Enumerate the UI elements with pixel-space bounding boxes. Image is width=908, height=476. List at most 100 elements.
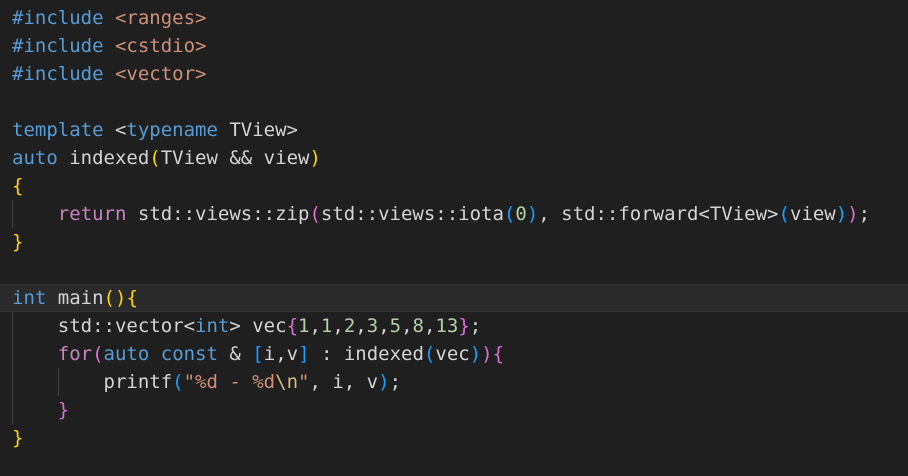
code-editor[interactable]: #include <ranges> #include <cstdio> #inclu… — [0, 0, 908, 476]
code-line-text: std::vector<int> vec{1,1,2,3,5,8,13}; — [12, 312, 482, 340]
code-token: typename — [126, 119, 218, 141]
code-line[interactable]: } — [0, 424, 908, 452]
code-token: > vec — [229, 315, 287, 337]
code-token: 2 — [343, 315, 356, 337]
code-token: TView && view — [160, 147, 310, 169]
code-token: ) — [481, 343, 493, 365]
code-token: , — [378, 315, 390, 337]
code-line-text: printf("%d - %d\n", i, v); — [12, 368, 402, 396]
code-token: 0 — [515, 203, 527, 225]
code-token: int — [195, 315, 230, 337]
code-token: #include — [12, 35, 104, 57]
code-line[interactable]: } — [0, 228, 908, 256]
code-token: ( — [92, 343, 104, 365]
code-token: , std::forward<TView> — [538, 203, 779, 225]
code-token: std::views::zip — [126, 203, 310, 225]
code-token: } — [458, 315, 470, 337]
code-token: template — [12, 119, 104, 141]
code-token: for — [57, 343, 93, 365]
code-token: 1 — [298, 315, 310, 337]
code-line[interactable]: for(auto const & [i,v] : indexed(vec)){ — [0, 340, 908, 368]
code-token: , — [332, 315, 344, 337]
code-token: #include — [12, 7, 104, 29]
code-token: \n — [275, 371, 299, 393]
code-token: ; — [858, 203, 871, 225]
code-token: } — [57, 399, 70, 421]
code-line-text: int main(){ — [12, 285, 138, 311]
code-token: 5 — [389, 315, 402, 337]
code-line-text: #include <ranges> — [12, 4, 206, 32]
code-token: , — [424, 315, 436, 337]
code-token: auto — [12, 147, 58, 169]
code-line[interactable]: printf("%d - %d\n", i, v); — [0, 368, 908, 396]
code-line[interactable]: #include <vector> — [0, 60, 908, 88]
code-token: & — [217, 343, 253, 365]
code-token: const — [160, 343, 218, 365]
code-token: <vector> — [114, 63, 207, 85]
code-token: ) — [469, 343, 482, 365]
code-line[interactable]: auto indexed(TView && view) — [0, 144, 908, 172]
code-token: < — [103, 119, 127, 141]
code-line[interactable] — [0, 256, 908, 284]
code-line[interactable]: #include <cstdio> — [0, 32, 908, 60]
code-token: ) — [378, 371, 390, 393]
code-token: ) — [526, 203, 539, 225]
code-token: main — [46, 287, 104, 309]
code-line[interactable]: return std::views::zip(std::views::iota(… — [0, 200, 908, 228]
code-token: ( — [103, 287, 115, 309]
code-line[interactable]: template <typename TView> — [0, 116, 908, 144]
code-line[interactable]: std::vector<int> vec{1,1,2,3,5,8,13}; — [0, 312, 908, 340]
code-token: { — [12, 175, 24, 197]
code-token: <ranges> — [114, 7, 207, 29]
code-line[interactable]: #include <ranges> — [0, 4, 908, 32]
code-line-text: template <typename TView> — [12, 116, 298, 144]
code-token: } — [12, 231, 24, 253]
code-token: : indexed — [309, 343, 424, 365]
code-token: 3 — [366, 315, 379, 337]
code-token: " — [298, 371, 310, 393]
code-token: <cstdio> — [114, 35, 207, 57]
code-token: std::vector< — [12, 315, 196, 337]
code-line[interactable]: } — [0, 396, 908, 424]
code-line[interactable]: { — [0, 172, 908, 200]
code-token: TView> — [217, 119, 298, 141]
code-token: ) — [835, 203, 848, 225]
code-token: return — [57, 203, 127, 225]
code-line-text: } — [12, 424, 23, 452]
code-token: ) — [847, 203, 859, 225]
code-token: ) — [114, 287, 127, 309]
code-token: { — [126, 287, 138, 309]
code-token: ( — [423, 343, 436, 365]
code-token: 8 — [412, 315, 424, 337]
code-token: ( — [309, 203, 321, 225]
code-token: { — [492, 343, 505, 365]
code-token: ( — [172, 371, 184, 393]
code-token: ; — [469, 315, 482, 337]
code-token: auto — [103, 343, 150, 365]
code-token: indexed — [57, 147, 150, 169]
code-line-text: } — [12, 228, 23, 256]
code-line[interactable]: int main(){ — [0, 284, 908, 312]
code-token: i,v — [263, 343, 299, 365]
code-token: #include — [12, 63, 104, 85]
code-token: ; — [389, 371, 402, 393]
code-line-text: } — [12, 396, 69, 424]
code-token: 13 — [435, 315, 459, 337]
code-token: { — [286, 315, 299, 337]
code-token: "%d - %d — [183, 371, 276, 393]
code-token: , i, v — [309, 371, 379, 393]
code-token: ) — [309, 147, 321, 169]
code-line[interactable] — [0, 88, 908, 116]
code-token: int — [12, 287, 47, 309]
code-token: printf — [12, 371, 173, 393]
code-token: , — [355, 315, 367, 337]
code-token: ( — [503, 203, 516, 225]
code-line-text: auto indexed(TView && view) — [12, 144, 321, 172]
code-token: ] — [298, 343, 310, 365]
